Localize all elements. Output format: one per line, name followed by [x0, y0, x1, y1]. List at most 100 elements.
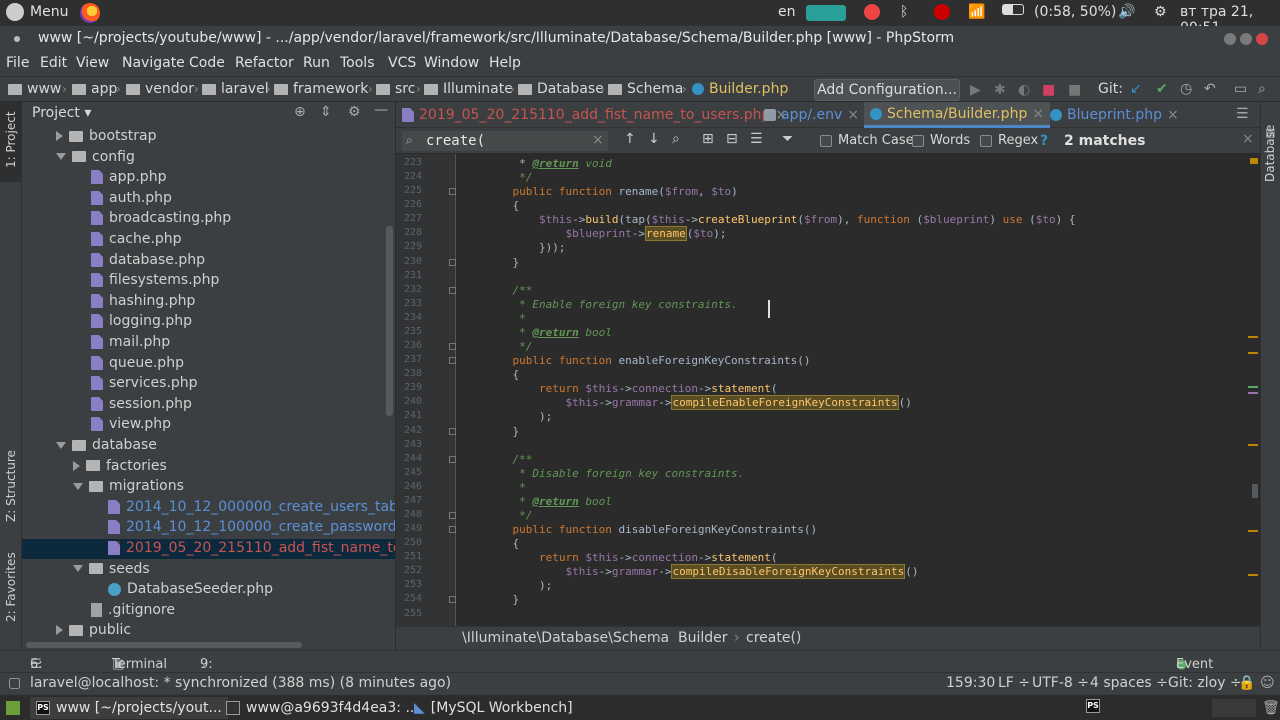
code-line[interactable]: return $this->connection->statement( [486, 382, 777, 395]
inspector-icon[interactable]: ☺ [1260, 675, 1275, 691]
git-update-icon[interactable]: ↙ [1130, 81, 1142, 97]
tree-item[interactable]: 2019_05_20_215110_add_fist_name_to_us [108, 538, 395, 558]
taskbar-terminal[interactable]: www@a9693f4d4ea3: ... [220, 697, 425, 719]
favorites-tool-button[interactable]: 2: Favorites [0, 552, 22, 632]
chevron-right-icon[interactable] [56, 131, 63, 141]
database-tool-label[interactable]: Database [1263, 125, 1277, 182]
code-line[interactable]: /** [486, 453, 533, 466]
search-input[interactable] [402, 131, 608, 151]
regex-checkbox[interactable] [980, 134, 992, 147]
code-line[interactable]: */ [486, 509, 532, 522]
clear-search-icon[interactable]: × [592, 132, 604, 148]
menu-file[interactable]: File [6, 55, 29, 71]
menu-help[interactable]: Help [489, 55, 521, 71]
chrome-icon[interactable] [864, 4, 880, 20]
language-indicator[interactable]: en [778, 4, 796, 20]
tree-item[interactable]: 2014_10_12_100000_create_password_res [108, 517, 395, 537]
change-marker[interactable] [1248, 392, 1258, 394]
tree-item[interactable]: session.php [91, 394, 192, 414]
code-line[interactable]: */ [486, 340, 532, 353]
crumb-schema[interactable]: Schema [608, 81, 683, 97]
crumb-app[interactable]: app [72, 81, 117, 97]
select-all-occurrences-icon[interactable]: ☰ [750, 131, 763, 147]
crumb-framework[interactable]: framework [274, 81, 368, 97]
editor-scroll-thumb[interactable] [1252, 484, 1258, 498]
volume-icon[interactable]: 🔊 [1118, 4, 1135, 20]
bluetooth-icon[interactable]: ᛒ [900, 4, 908, 20]
tree-vertical-scrollbar[interactable] [386, 226, 393, 416]
fold-marker-icon[interactable] [449, 455, 456, 463]
match-case-option[interactable]: Match Case [820, 133, 914, 148]
close-button[interactable] [1256, 33, 1268, 45]
tab-migration[interactable]: 2019_05_20_215110_add_fist_name_to_users… [396, 102, 793, 128]
code-line[interactable]: /** [486, 284, 533, 297]
firefox-icon[interactable] [80, 3, 100, 23]
fold-marker-icon[interactable] [449, 526, 456, 534]
add-configuration-button[interactable]: Add Configuration... [814, 79, 960, 101]
close-find-icon[interactable]: × [1242, 131, 1254, 147]
change-marker[interactable] [1248, 386, 1258, 388]
menu-edit[interactable]: Edit [40, 55, 67, 71]
next-match-icon[interactable]: ↓ [648, 131, 660, 147]
code-line[interactable]: * Enable foreign key constraints. [486, 298, 738, 311]
remove-occurrence-icon[interactable]: ⊟ [726, 131, 738, 147]
menu-refactor[interactable]: Refactor [235, 55, 294, 71]
layout-icon[interactable]: ▭ [1234, 81, 1247, 97]
tree-item[interactable]: filesystems.php [91, 270, 219, 290]
menu-window[interactable]: Window [424, 55, 479, 71]
close-tab-icon[interactable]: × [1032, 106, 1044, 122]
collapse-all-icon[interactable]: ⇕ [320, 104, 332, 120]
match-marker[interactable] [1248, 574, 1258, 576]
settings-gear-icon[interactable]: ⚙ [1154, 4, 1167, 20]
tree-item[interactable]: public [56, 620, 131, 640]
tree-item[interactable]: view.php [91, 414, 171, 434]
minimize-button[interactable] [1224, 33, 1236, 45]
code-editor[interactable]: 223 224 225 226 227 228 229 230 231 232 233 234 235 2… [396, 154, 1260, 626]
structure-tool-button[interactable]: Z: Structure [0, 450, 22, 532]
crumb-illuminate[interactable]: Illuminate [424, 81, 513, 97]
chevron-right-icon[interactable] [56, 625, 63, 636]
code-line[interactable]: { [486, 368, 519, 381]
indent-setting[interactable]: 4 spaces ÷ [1090, 675, 1168, 691]
file-encoding[interactable]: UTF-8 ÷ [1032, 675, 1089, 691]
tree-horizontal-scrollbar[interactable] [26, 642, 302, 648]
tab-builder[interactable]: Schema/Builder.php × [864, 102, 1051, 128]
add-occurrence-icon[interactable]: ⊞ [702, 131, 714, 147]
fold-marker-icon[interactable] [449, 188, 456, 196]
close-tab-icon[interactable]: × [1167, 107, 1179, 123]
code-line[interactable]: $this->grammar->compileDisableForeignKey… [486, 564, 919, 580]
tree-item[interactable]: config [56, 147, 135, 167]
line-separator[interactable]: LF ÷ [998, 675, 1030, 691]
code-line[interactable]: ); [486, 579, 552, 592]
chevron-right-icon[interactable] [73, 460, 80, 471]
coverage-icon[interactable]: ◐ [1018, 82, 1030, 98]
menu-vcs[interactable]: VCS [388, 55, 416, 71]
error-stripe[interactable] [1246, 154, 1260, 626]
code-line[interactable]: * [486, 481, 526, 494]
breadcrumb-namespace[interactable]: \Illuminate\Database\Schema [462, 630, 669, 646]
tree-item[interactable]: seeds [73, 559, 150, 579]
code-line[interactable]: * @return bool [486, 326, 612, 339]
settings-gear-icon[interactable]: ⚙ [348, 104, 361, 120]
breadcrumb-class[interactable]: Builder [678, 630, 728, 646]
project-view-dropdown[interactable]: Project ▾ [32, 105, 91, 121]
fold-marker-icon[interactable] [449, 286, 456, 294]
words-checkbox[interactable] [912, 134, 924, 147]
tree-item[interactable]: migrations [73, 476, 184, 496]
hide-panel-icon[interactable]: — [374, 102, 388, 118]
fold-marker-icon[interactable] [449, 357, 456, 365]
phpstorm-tray-icon[interactable]: PS [1086, 699, 1100, 713]
panel-toggle-icon[interactable]: ▢ [8, 675, 21, 691]
menu-view[interactable]: View [76, 55, 109, 71]
lock-icon[interactable]: 🔒 [1238, 675, 1255, 691]
caret-position[interactable]: 159:30 [946, 675, 995, 691]
code-line[interactable]: $blueprint->rename($to); [486, 226, 726, 242]
battery-icon[interactable] [1002, 4, 1024, 15]
app-tray-icon[interactable] [934, 4, 950, 20]
match-marker[interactable] [1248, 352, 1258, 354]
menu-navigate[interactable]: Navigate [122, 55, 185, 71]
code-line[interactable]: * [486, 312, 526, 325]
code-line[interactable]: public function disableForeignKeyConstra… [486, 523, 818, 536]
find-all-icon[interactable]: ⌕ [672, 131, 680, 147]
tab-list-icon[interactable]: ☰ [1236, 106, 1249, 122]
